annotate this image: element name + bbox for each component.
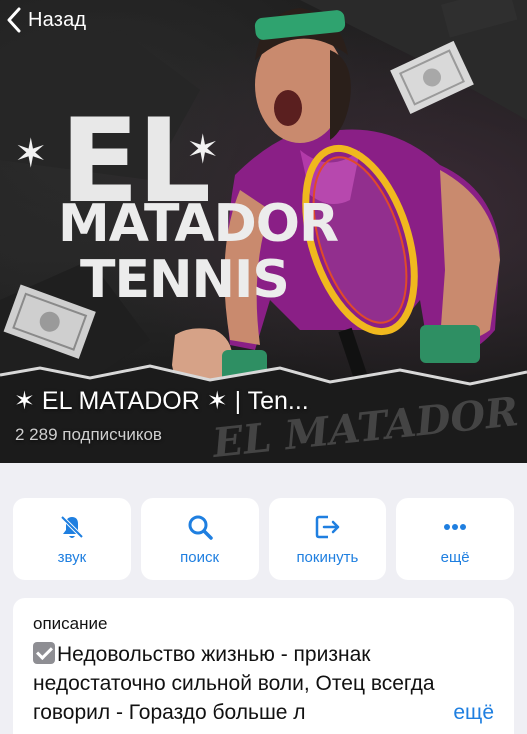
subscriber-count: 2 289 подписчиков (15, 425, 162, 444)
back-button[interactable]: Назад (6, 4, 86, 36)
description-label: описание (33, 614, 108, 633)
more-dots-icon (444, 523, 467, 530)
bell-slash-icon (60, 515, 84, 538)
channel-actions: звук поиск покинуть ещё (13, 498, 514, 580)
description-text: Недовольство жизнью - признак недостаточ… (33, 643, 435, 724)
more-button[interactable]: ещё (396, 498, 514, 580)
search-label: поиск (180, 548, 220, 566)
mute-button[interactable]: звук (13, 498, 131, 580)
description-body: Недовольство жизнью - признак недостаточ… (33, 640, 494, 727)
channel-cover: EL MATADOR TENNIS ✶ ✶ EL MATADOR Назад ✶… (0, 0, 527, 463)
channel-title: ✶ EL MATADOR ✶ | Ten... (14, 387, 309, 415)
more-label: ещё (440, 548, 470, 566)
check-box-icon (33, 642, 55, 664)
chevron-left-icon (7, 7, 21, 33)
search-icon (188, 515, 213, 540)
description-card: описание Недовольство жизнью - признак н… (13, 598, 514, 734)
leave-label: покинуть (296, 548, 359, 566)
leave-icon (316, 515, 340, 538)
description-more-link[interactable]: ещё (419, 698, 494, 727)
back-label: Назад (28, 8, 87, 31)
mute-label: звук (57, 548, 87, 566)
search-button[interactable]: поиск (140, 498, 259, 580)
leave-button[interactable]: покинуть (268, 498, 387, 580)
